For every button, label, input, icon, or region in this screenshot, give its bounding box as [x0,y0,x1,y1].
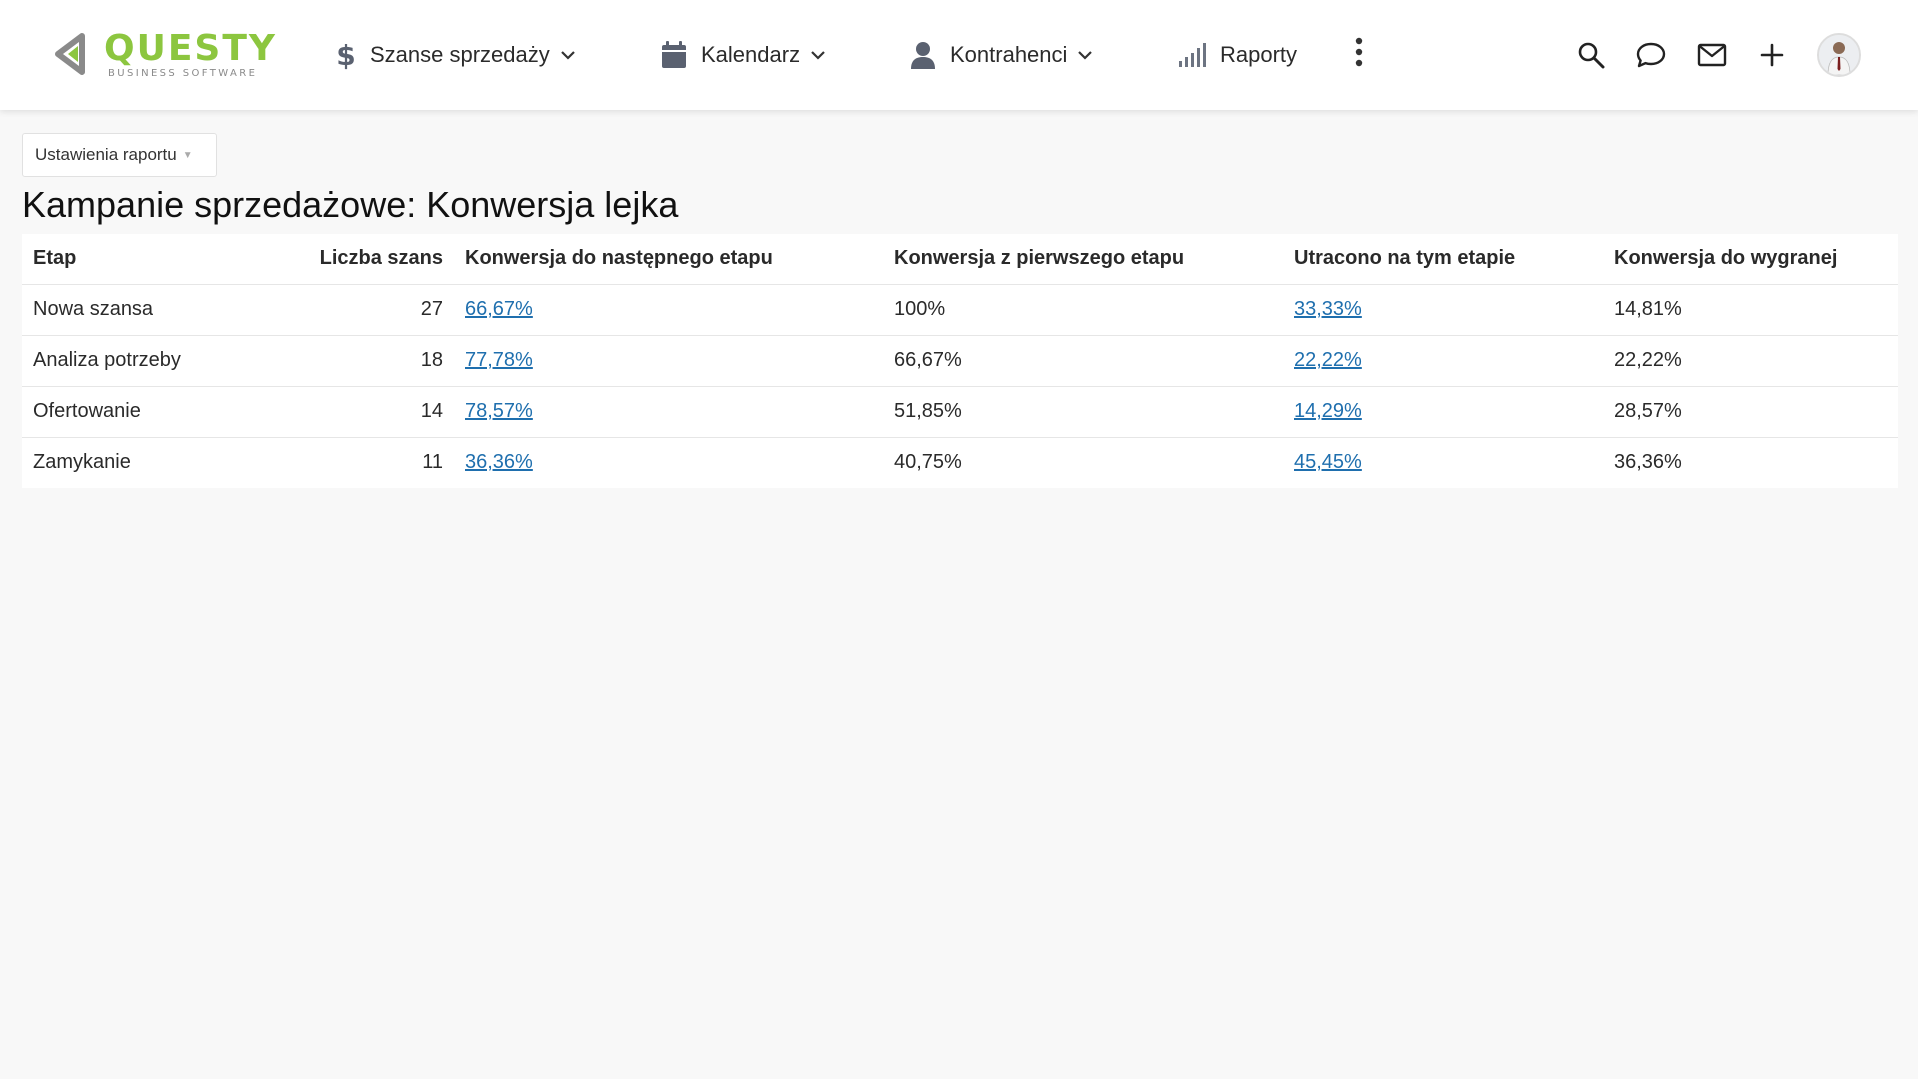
calendar-icon [661,41,687,69]
caret-down-icon: ▼ [182,149,193,161]
search-button[interactable] [1575,39,1607,71]
report-settings-label: Ustawienia raportu [35,145,177,164]
cell-stage: Zamykanie [33,451,131,474]
column-header-lost[interactable]: Utracono na tym etapie [1283,234,1603,285]
page-title: Kampanie sprzedażowe: Konwersja lejka [22,184,679,225]
questy-logo-icon [55,33,85,75]
questy-logo[interactable]: QUESTY BUSINESS SOFTWARE [52,30,292,80]
cell-lost: 22,22% [1283,335,1603,387]
nav-calendar[interactable]: Kalendarz [661,32,826,78]
signal-bars-icon [1178,43,1206,67]
mail-icon [1697,43,1727,67]
table-row: Zamykanie 11 36,36% 40,75% 45,45% 36,36% [22,437,1898,488]
search-icon [1578,42,1605,69]
cell-next-conversion: 78,57% [454,386,883,438]
column-header-won-conversion[interactable]: Konwersja do wygranej [1603,234,1898,285]
cell-won-conversion: 28,57% [1603,386,1898,438]
next-conversion-link[interactable]: 66,67% [465,298,533,320]
cell-next-conversion: 77,78% [454,335,883,387]
nav-contractors-label: Kontrahenci [950,42,1068,67]
person-icon [910,41,936,69]
logo-wordmark: QUESTY [104,28,277,69]
cell-first-conversion: 40,75% [894,451,962,474]
column-header-stage[interactable]: Etap [22,234,282,285]
svg-text:$: $ [336,40,355,70]
report-settings-button[interactable]: Ustawienia raportu ▼ [22,133,217,177]
nav-reports-label: Raporty [1220,42,1298,67]
cell-count: 27 [282,284,454,336]
cell-next-conversion: 36,36% [454,437,883,488]
logo-tagline: BUSINESS SOFTWARE [108,68,258,79]
nav-contractors[interactable]: Kontrahenci [910,32,1093,78]
next-conversion-link[interactable]: 78,57% [465,400,533,422]
chat-button[interactable] [1635,39,1667,71]
cell-next-conversion: 66,67% [454,284,883,336]
cell-first-conversion: 66,67% [883,335,1283,387]
cell-lost: 14,29% [1283,386,1603,438]
lost-link[interactable]: 45,45% [1294,451,1362,473]
cell-stage: Nowa szansa [22,284,282,336]
cell-count: 14 [282,386,454,438]
nav-calendar-label: Kalendarz [701,42,801,67]
lost-link[interactable]: 22,22% [1294,349,1362,371]
chevron-down-icon [810,50,826,60]
cell-first-conversion: 100% [883,284,1283,336]
table-row: Nowa szansa 27 66,67% 100% 33,33% 14,81% [22,284,1898,336]
top-navigation-bar: QUESTY BUSINESS SOFTWARE $ Szanse sprzed… [0,0,1918,110]
cell-stage: Analiza potrzeby [22,335,282,387]
cell-lost: 45,45% [1283,437,1603,488]
chevron-down-icon [1077,50,1093,60]
next-conversion-link[interactable]: 36,36% [465,451,533,473]
nav-sales-label: Szanse sprzedaży [370,42,550,67]
next-conversion-link[interactable]: 77,78% [465,349,533,371]
add-button[interactable] [1756,39,1788,71]
lost-link[interactable]: 14,29% [1294,400,1362,422]
table-row: Analiza potrzeby 18 77,78% 66,67% 22,22%… [22,335,1898,387]
cell-stage: Ofertowanie [22,386,282,438]
nav-sales-opportunities[interactable]: $ Szanse sprzedaży [336,32,576,78]
chat-icon [1636,42,1666,68]
avatar[interactable] [1817,33,1861,77]
table-row: Ofertowanie 14 78,57% 51,85% 14,29% 28,5… [22,386,1898,438]
column-header-next-conversion[interactable]: Konwersja do następnego etapu [454,234,883,285]
cell-won-conversion: 22,22% [1603,335,1898,387]
column-header-count[interactable]: Liczba szans [282,234,454,285]
cell-count: 11 [422,451,443,474]
cell-lost: 33,33% [1283,284,1603,336]
more-menu-button[interactable] [1355,32,1363,78]
column-header-first-conversion[interactable]: Konwersja z pierwszego etapu [883,234,1283,285]
mail-button[interactable] [1696,39,1728,71]
funnel-conversion-table: Etap Liczba szans Konwersja do następneg… [22,234,1898,488]
dollar-icon: $ [336,40,356,70]
nav-reports[interactable]: Raporty [1178,32,1297,78]
cell-first-conversion: 51,85% [883,386,1283,438]
table-header-row: Etap Liczba szans Konwersja do następneg… [22,234,1898,285]
chevron-down-icon [560,50,576,60]
cell-won-conversion: 36,36% [1614,451,1682,474]
user-avatar-icon [1819,35,1859,75]
cell-won-conversion: 14,81% [1603,284,1898,336]
cell-count: 18 [282,335,454,387]
lost-link[interactable]: 33,33% [1294,298,1362,320]
plus-icon [1760,43,1784,67]
more-vertical-icon [1355,37,1363,73]
